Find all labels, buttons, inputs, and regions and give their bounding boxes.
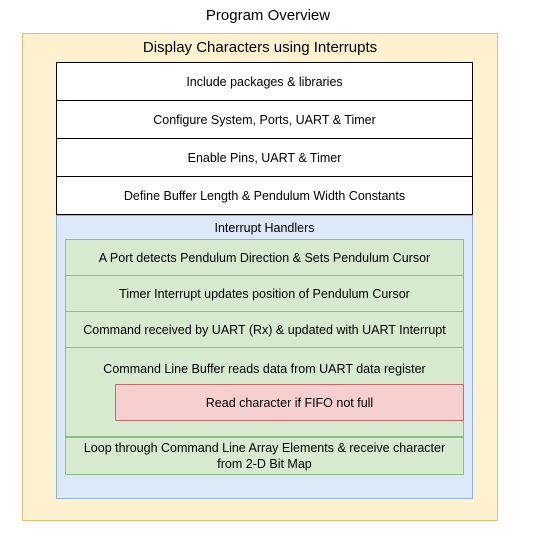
main-container-title: Display Characters using Interrupts <box>142 38 378 56</box>
step-define-constants: Define Buffer Length & Pendulum Width Co… <box>56 176 473 215</box>
page-title: Program Overview <box>205 6 331 24</box>
interrupt-port-direction: A Port detects Pendulum Direction & Sets… <box>65 239 464 276</box>
interrupt-loop-bitmap: Loop through Command Line Array Elements… <box>65 437 464 475</box>
interrupt-timer-update: Timer Interrupt updates position of Pend… <box>65 275 464 312</box>
interrupt-command-buffer-label: Command Line Buffer reads data from UART… <box>103 362 426 376</box>
read-fifo-step: Read character if FIFO not full <box>115 384 464 421</box>
interrupt-uart-receive: Command received by UART (Rx) & updated … <box>65 311 464 348</box>
step-configure-system: Configure System, Ports, UART & Timer <box>56 100 473 139</box>
step-include-packages: Include packages & libraries <box>56 62 473 101</box>
step-enable-pins: Enable Pins, UART & Timer <box>56 138 473 177</box>
interrupt-handlers-label: Interrupt Handlers <box>214 221 315 235</box>
